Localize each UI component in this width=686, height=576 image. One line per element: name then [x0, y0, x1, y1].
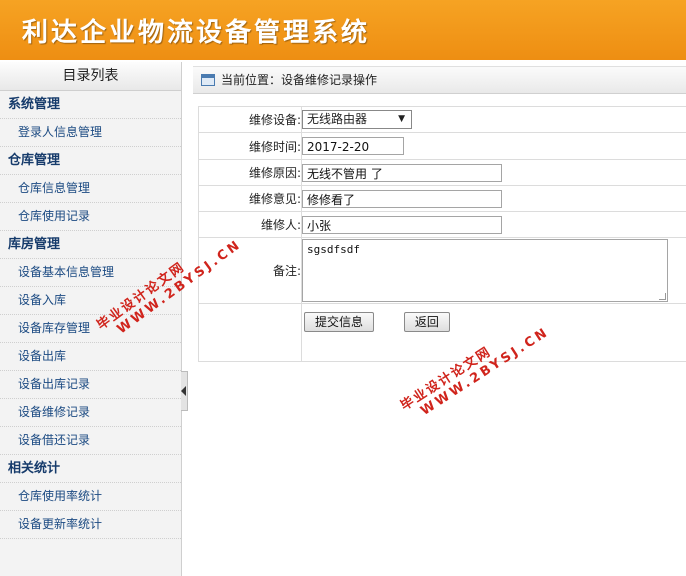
sidebar-item-device-repair-records[interactable]: 设备维修记录 [0, 399, 181, 427]
actions-spacer [198, 303, 302, 362]
sidebar-item-device-outbound[interactable]: 设备出库 [0, 343, 181, 371]
sidebar-item-warehouse-usage[interactable]: 仓库使用记录 [0, 203, 181, 231]
sidebar-item-login-user-info[interactable]: 登录人信息管理 [0, 119, 181, 147]
reason-label: 维修原因: [198, 159, 302, 186]
sidebar-item-device-outbound-records[interactable]: 设备出库记录 [0, 371, 181, 399]
person-label: 维修人: [198, 211, 302, 238]
device-select-value: 无线路由器 [307, 112, 368, 126]
back-button[interactable]: 返回 [403, 312, 450, 332]
remark-label: 备注: [198, 237, 302, 304]
repair-reason-input[interactable]: 无线不管用 了 [302, 163, 502, 182]
sidebar-title: 目录列表 [0, 62, 181, 91]
opinion-label: 维修意见: [198, 185, 302, 212]
sidebar-collapse-handle[interactable] [181, 371, 188, 411]
breadcrumb: 当前位置：设备维修记录操作 [193, 66, 686, 94]
sidebar-item-device-inbound[interactable]: 设备入库 [0, 287, 181, 315]
sidebar-item-warehouse-info[interactable]: 仓库信息管理 [0, 175, 181, 203]
sidebar-item-warehouse-usage-stats[interactable]: 仓库使用率统计 [0, 483, 181, 511]
repair-record-form: 维修设备: 无线路由器 ▼ 维修时间: 2017-2-20 维修原因: 无线不管… [198, 106, 686, 362]
repair-opinion-input[interactable]: 修修看了 [302, 189, 502, 208]
group-title-system[interactable]: 系统管理 [0, 91, 181, 119]
group-title-warehouse[interactable]: 仓库管理 [0, 147, 181, 175]
sidebar-item-device-basic-info[interactable]: 设备基本信息管理 [0, 259, 181, 287]
device-select[interactable]: 无线路由器 ▼ [302, 110, 412, 129]
breadcrumb-text: 当前位置：设备维修记录操作 [221, 73, 378, 87]
repair-person-input[interactable]: 小张 [302, 215, 502, 234]
window-icon [201, 74, 215, 86]
time-label: 维修时间: [198, 132, 302, 160]
sidebar-item-device-update-stats[interactable]: 设备更新率统计 [0, 511, 181, 539]
resize-grip-icon[interactable] [659, 293, 666, 300]
group-title-storeroom[interactable]: 库房管理 [0, 231, 181, 259]
repair-time-input[interactable]: 2017-2-20 [302, 137, 404, 155]
device-label: 维修设备: [198, 106, 302, 133]
chevron-left-icon [181, 386, 186, 396]
remark-textarea[interactable]: sgsdfsdf [302, 239, 668, 302]
dropdown-arrow-icon: ▼ [398, 114, 405, 124]
app-header: 利达企业物流设备管理系统 [0, 0, 686, 60]
remark-text: sgsdfsdf [307, 243, 360, 256]
app-title: 利达企业物流设备管理系统 [22, 18, 371, 48]
sidebar-item-device-borrow-records[interactable]: 设备借还记录 [0, 427, 181, 455]
group-title-statistics[interactable]: 相关统计 [0, 455, 181, 483]
sidebar: 目录列表 系统管理 登录人信息管理 仓库管理 仓库信息管理 仓库使用记录 库房管… [0, 62, 182, 576]
sidebar-item-device-stock[interactable]: 设备库存管理 [0, 315, 181, 343]
submit-button[interactable]: 提交信息 [304, 312, 375, 332]
